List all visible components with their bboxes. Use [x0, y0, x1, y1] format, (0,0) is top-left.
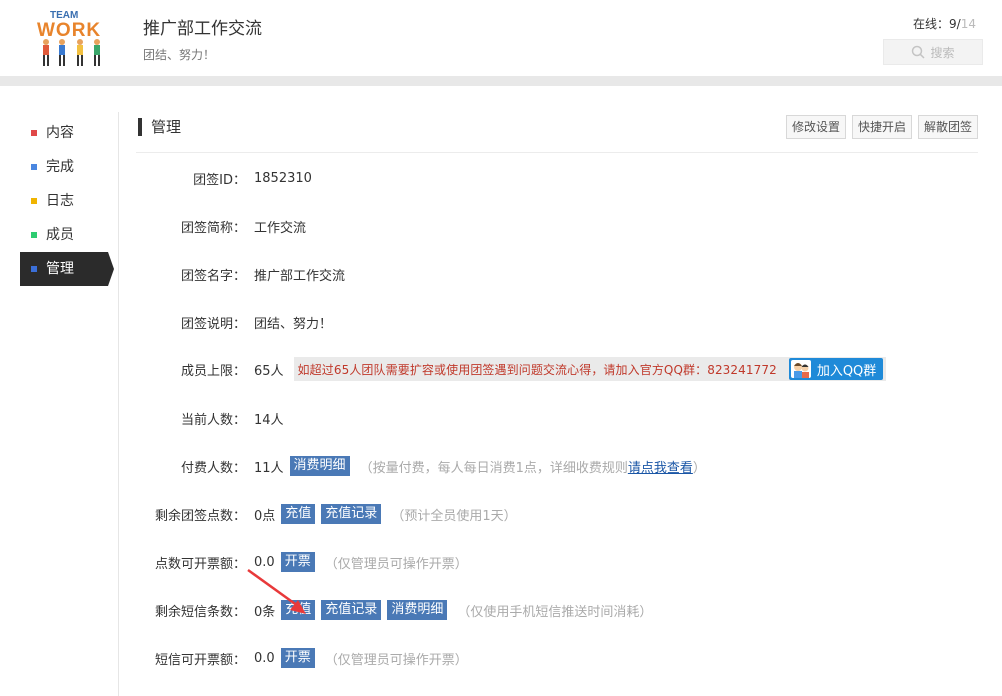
- red-dot-icon: [31, 130, 37, 136]
- search-placeholder: 搜索: [930, 45, 955, 60]
- svg-text:WORK: WORK: [37, 20, 101, 41]
- billing-note: （按量付费，每人每日消费1点，详细收费规则请点我查看）: [360, 457, 706, 476]
- join-qq-label: 加入QQ群: [816, 363, 877, 379]
- points-invoice-note: （仅管理员可操作开票）: [324, 556, 468, 572]
- search-input[interactable]: 搜索: [883, 39, 983, 65]
- field-label: 短信可开票额：: [154, 652, 246, 668]
- sidebar-item-content[interactable]: 内容: [20, 116, 116, 150]
- row-current-count: 当前人数： 14人: [138, 406, 284, 430]
- modify-settings-button[interactable]: 修改设置: [785, 115, 846, 139]
- team-name: 推广部工作交流: [143, 19, 262, 39]
- field-label: 成员上限：: [180, 363, 246, 379]
- row-sms-invoice: 短信可开票额： 0.0 开票 （仅管理员可操作开票）: [138, 646, 468, 670]
- yellow-dot-icon: [31, 198, 37, 204]
- row-short-name: 团签简称： 工作交流: [138, 214, 306, 238]
- field-label: 团签名字：: [180, 268, 246, 284]
- row-sms-left: 剩余短信条数： 0条 充值 充值记录 消费明细 （仅使用手机短信推送时间消耗）: [138, 598, 652, 622]
- search-icon: [912, 45, 926, 59]
- field-label: 点数可开票额：: [154, 556, 246, 572]
- sidebar-item-label: 完成: [46, 159, 74, 175]
- sidebar: 内容 完成 日志 成员 管理: [20, 116, 116, 286]
- dissolve-team-button[interactable]: 解散团签: [917, 115, 978, 139]
- sidebar-item-label: 成员: [46, 227, 74, 243]
- points-recharge-button[interactable]: 充值: [281, 504, 316, 524]
- field-label: 当前人数：: [180, 412, 246, 428]
- sms-recharge-record-button[interactable]: 充值记录: [321, 600, 382, 620]
- sms-invoice-button[interactable]: 开票: [280, 648, 315, 668]
- field-label: 团签说明：: [180, 316, 246, 332]
- page-title: 管理: [138, 118, 181, 136]
- field-label: 剩余团签点数：: [154, 508, 246, 524]
- action-bar: 修改设置 快捷开启 解散团签: [785, 115, 978, 139]
- billing-note-suffix: ）: [692, 460, 706, 476]
- green-dot-icon: [31, 232, 37, 238]
- field-value: 65人: [254, 363, 284, 379]
- field-value: 14人: [254, 412, 284, 428]
- field-label: 团签简称：: [180, 220, 246, 236]
- row-full-name: 团签名字： 推广部工作交流: [138, 262, 345, 286]
- points-note: （预计全员使用1天）: [391, 508, 517, 524]
- blue-dot-icon: [31, 266, 37, 272]
- field-value: 工作交流: [254, 220, 307, 236]
- sidebar-item-label: 管理: [46, 261, 74, 277]
- sms-invoice-note: （仅管理员可操作开票）: [324, 652, 468, 668]
- field-label: 剩余短信条数：: [154, 604, 246, 620]
- row-member-limit: 成员上限： 65人 如超过65人团队需要扩容或使用团签遇到问题交流心得，请加入官…: [138, 357, 886, 381]
- field-label: 团签ID：: [193, 172, 246, 188]
- header: TEAM WORK 推广部工作交流 团结、努力！ 在线：9/14 搜索: [0, 0, 1002, 76]
- sidebar-item-log[interactable]: 日志: [20, 184, 116, 218]
- header-divider: [0, 76, 1002, 86]
- sms-note: （仅使用手机短信推送时间消耗）: [457, 604, 653, 620]
- team-slogan: 团结、努力！: [143, 48, 216, 62]
- sidebar-divider: [118, 112, 119, 696]
- online-count: 9/: [949, 17, 961, 31]
- qq-avatar-icon: [790, 360, 811, 378]
- join-qq-group-button[interactable]: 加入QQ群: [788, 358, 884, 380]
- sidebar-item-members[interactable]: 成员: [20, 218, 116, 252]
- online-label: 在线：: [913, 17, 950, 31]
- points-recharge-record-button[interactable]: 充值记录: [321, 504, 382, 524]
- field-value: 0点: [254, 508, 276, 524]
- sidebar-item-done[interactable]: 完成: [20, 150, 116, 184]
- field-label: 付费人数：: [180, 460, 246, 476]
- title-divider: [136, 152, 978, 153]
- sidebar-item-label: 内容: [46, 125, 74, 141]
- sidebar-item-label: 日志: [46, 193, 74, 209]
- row-paid-count: 付费人数： 11人 消费明细 （按量付费，每人每日消费1点，详细收费规则请点我查…: [138, 454, 706, 478]
- red-arrow-icon: [247, 568, 306, 614]
- quick-open-button[interactable]: 快捷开启: [851, 115, 912, 139]
- online-status: 在线：9/14: [913, 15, 976, 32]
- row-description: 团签说明： 团结、努力！: [138, 310, 332, 334]
- consumption-detail-button[interactable]: 消费明细: [289, 456, 350, 476]
- field-value: 推广部工作交流: [254, 268, 346, 284]
- field-value: 0.0: [254, 650, 275, 666]
- sidebar-item-manage[interactable]: 管理: [20, 252, 114, 286]
- team-work-logo: TEAM WORK: [37, 10, 101, 66]
- blue-dot-icon: [31, 164, 37, 170]
- field-value: 团结、努力！: [254, 316, 333, 332]
- row-points-left: 剩余团签点数： 0点 充值 充值记录 （预计全员使用1天）: [138, 502, 517, 526]
- field-value: 11人: [254, 460, 284, 476]
- billing-rules-link[interactable]: 请点我查看: [628, 461, 693, 476]
- billing-note-prefix: （按量付费，每人每日消费1点，详细收费规则: [359, 460, 628, 476]
- row-team-id: 团签ID： 1852310: [138, 166, 312, 190]
- qq-notice-text: 如超过65人团队需要扩容或使用团签遇到问题交流心得，请加入官方QQ群：82324…: [297, 362, 777, 377]
- online-total: 14: [960, 17, 976, 31]
- sms-consumption-detail-button[interactable]: 消费明细: [387, 600, 448, 620]
- field-value: 1852310: [254, 170, 312, 186]
- qq-notice-banner: 如超过65人团队需要扩容或使用团签遇到问题交流心得，请加入官方QQ群：82324…: [293, 357, 886, 381]
